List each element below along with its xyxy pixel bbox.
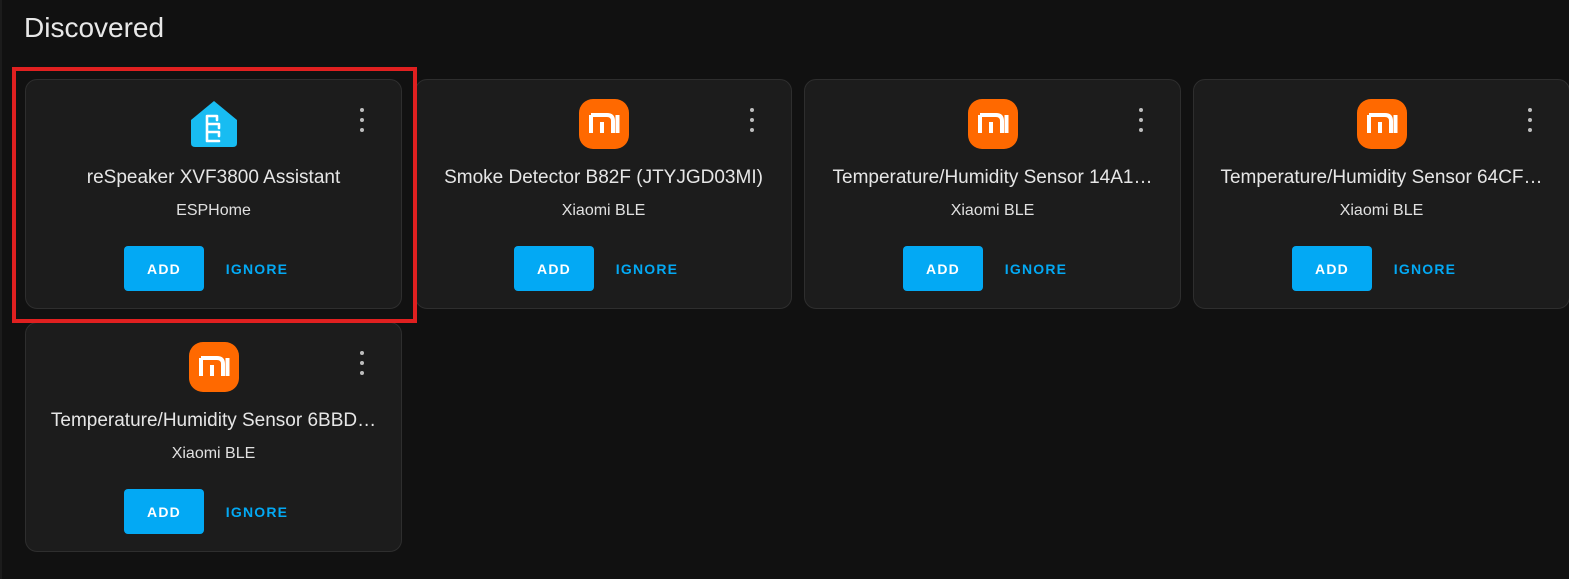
- device-name: Temperature/Humidity Sensor 14A1…: [832, 167, 1153, 188]
- integration-name: Xiaomi BLE: [1339, 202, 1424, 219]
- add-button[interactable]: ADD: [903, 246, 983, 291]
- overflow-menu-icon[interactable]: [1521, 108, 1539, 132]
- integration-name: Xiaomi BLE: [171, 445, 256, 462]
- add-button[interactable]: ADD: [1292, 246, 1372, 291]
- xiaomi-icon: [968, 99, 1018, 149]
- device-name: Temperature/Humidity Sensor 6BBD…: [50, 410, 377, 431]
- device-name: Smoke Detector B82F (JTYJGD03MI): [444, 167, 763, 188]
- ignore-button[interactable]: IGNORE: [991, 246, 1081, 291]
- esphome-icon: [191, 101, 237, 147]
- add-button[interactable]: ADD: [514, 246, 594, 291]
- discovered-card-temp-sensor-64cf: Temperature/Humidity Sensor 64CF… Xiaomi…: [1193, 79, 1569, 309]
- integration-name: Xiaomi BLE: [561, 202, 646, 219]
- discovered-card-temp-sensor-6bbd: Temperature/Humidity Sensor 6BBD… Xiaomi…: [25, 322, 402, 552]
- device-name: Temperature/Humidity Sensor 64CF…: [1220, 167, 1543, 188]
- add-button[interactable]: ADD: [124, 246, 204, 291]
- xiaomi-icon: [1357, 99, 1407, 149]
- ignore-button[interactable]: IGNORE: [1380, 246, 1470, 291]
- add-button[interactable]: ADD: [124, 489, 204, 534]
- overflow-menu-icon[interactable]: [1132, 108, 1150, 132]
- ignore-button[interactable]: IGNORE: [602, 246, 692, 291]
- overflow-menu-icon[interactable]: [743, 108, 761, 132]
- integration-name: Xiaomi BLE: [950, 202, 1035, 219]
- integration-name: ESPHome: [176, 202, 251, 219]
- overflow-menu-icon[interactable]: [353, 108, 371, 132]
- overflow-menu-icon[interactable]: [353, 351, 371, 375]
- ignore-button[interactable]: IGNORE: [212, 246, 302, 291]
- device-name: reSpeaker XVF3800 Assistant: [86, 167, 341, 188]
- xiaomi-icon: [189, 342, 239, 392]
- discovered-card-smoke-detector: Smoke Detector B82F (JTYJGD03MI) Xiaomi …: [415, 79, 792, 309]
- discovered-card-respeaker: reSpeaker XVF3800 Assistant ESPHome ADD …: [25, 79, 402, 309]
- section-title: Discovered: [24, 12, 165, 43]
- discovered-card-temp-sensor-14a1: Temperature/Humidity Sensor 14A1… Xiaomi…: [804, 79, 1181, 309]
- xiaomi-icon: [579, 99, 629, 149]
- discovered-page: Discovered reSpeaker XVF3800 Assistant E…: [0, 0, 1569, 579]
- ignore-button[interactable]: IGNORE: [212, 489, 302, 534]
